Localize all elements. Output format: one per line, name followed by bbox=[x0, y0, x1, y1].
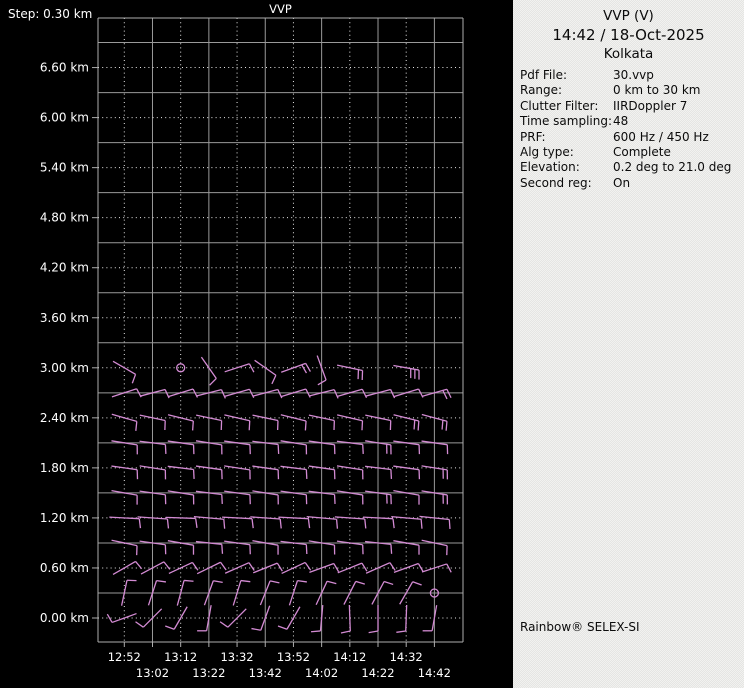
field-label: Alg type: bbox=[520, 145, 574, 160]
field-row-7: Second reg: On bbox=[520, 176, 740, 191]
field-row-2: Clutter Filter: IIRDoppler 7 bbox=[520, 99, 740, 114]
axis-labels: 12:52 13:02 13:12 13:22 13:32 13:42 13:52 14:02… bbox=[40, 61, 451, 680]
field-label: Second reg: bbox=[520, 175, 592, 190]
field-row-1: Range: 0 km to 30 km bbox=[520, 83, 740, 98]
field-label: Pdf File: bbox=[520, 68, 568, 82]
svg-text:5.40 km: 5.40 km bbox=[40, 161, 89, 175]
svg-text:6.00 km: 6.00 km bbox=[40, 111, 89, 125]
svg-text:14:32: 14:32 bbox=[390, 650, 423, 664]
svg-text:13:12: 13:12 bbox=[164, 650, 197, 664]
site-name: Kolkata bbox=[603, 46, 654, 62]
svg-text:1.20 km: 1.20 km bbox=[40, 511, 89, 525]
svg-text:14:12: 14:12 bbox=[333, 650, 366, 664]
svg-text:14:02: 14:02 bbox=[305, 666, 338, 680]
wind-barbs bbox=[106, 355, 452, 634]
svg-text:14:22: 14:22 bbox=[361, 666, 394, 680]
svg-text:14:42: 14:42 bbox=[418, 666, 451, 680]
svg-text:0.60 km: 0.60 km bbox=[40, 561, 89, 575]
info-panel: VVP (V) 14:42 / 18-Oct-2025 Kolkata Pdf … bbox=[513, 0, 744, 688]
product-datetime: 14:42 / 18-Oct-2025 bbox=[552, 26, 705, 44]
product-parameters: Pdf File: 30.vvp Range: 0 km to 30 km Clutte… bbox=[520, 68, 740, 191]
field-row-5: Alg type: Complete bbox=[520, 145, 740, 160]
brand-footer: Rainbow® SELEX-SI bbox=[520, 620, 640, 634]
svg-text:12:52: 12:52 bbox=[108, 650, 141, 664]
field-value: IIRDoppler 7 bbox=[613, 98, 688, 113]
svg-text:1.80 km: 1.80 km bbox=[40, 461, 89, 475]
field-row-3: Time sampling: 48 bbox=[520, 114, 740, 129]
svg-text:13:02: 13:02 bbox=[136, 666, 169, 680]
field-label: Elevation: bbox=[520, 160, 580, 175]
field-row-4: PRF: 600 Hz / 450 Hz bbox=[520, 130, 740, 145]
svg-text:13:32: 13:32 bbox=[220, 650, 253, 664]
product-title: VVP (V) bbox=[603, 8, 654, 24]
info-header: VVP (V) 14:42 / 18-Oct-2025 Kolkata bbox=[513, 7, 744, 64]
svg-text:2.40 km: 2.40 km bbox=[40, 411, 89, 425]
svg-text:4.20 km: 4.20 km bbox=[40, 261, 89, 275]
field-value: 0.2 deg to 21.0 deg bbox=[613, 160, 732, 175]
field-label: PRF: bbox=[520, 129, 546, 144]
field-value: 30.vvp bbox=[613, 68, 654, 82]
field-value: 600 Hz / 450 Hz bbox=[613, 129, 709, 144]
field-label: Clutter Filter: bbox=[520, 98, 599, 113]
svg-text:13:22: 13:22 bbox=[192, 666, 225, 680]
svg-text:0.00 km: 0.00 km bbox=[40, 611, 89, 625]
vvp-wind-profile-chart: 12:52 13:02 13:12 13:22 13:32 13:42 13:52 14:02… bbox=[40, 17, 464, 680]
svg-text:3.60 km: 3.60 km bbox=[40, 311, 89, 325]
field-row-6: Elevation: 0.2 deg to 21.0 deg bbox=[520, 160, 740, 175]
svg-text:6.60 km: 6.60 km bbox=[40, 61, 89, 75]
svg-text:3.00 km: 3.00 km bbox=[40, 361, 89, 375]
svg-text:4.80 km: 4.80 km bbox=[40, 211, 89, 225]
vvp-window: Step: 0.30 km VVP 12:52 13:02 13:12 13:22 13… bbox=[0, 0, 744, 688]
field-label: Range: bbox=[520, 83, 563, 98]
field-value: Complete bbox=[613, 145, 671, 160]
field-label: Time sampling: bbox=[520, 114, 613, 129]
field-row-0: Pdf File: 30.vvp bbox=[520, 68, 740, 83]
svg-text:13:52: 13:52 bbox=[277, 650, 310, 664]
svg-text:13:42: 13:42 bbox=[249, 666, 282, 680]
field-value: 0 km to 30 km bbox=[613, 83, 701, 98]
field-value: 48 bbox=[613, 114, 629, 129]
field-value: On bbox=[613, 175, 631, 190]
